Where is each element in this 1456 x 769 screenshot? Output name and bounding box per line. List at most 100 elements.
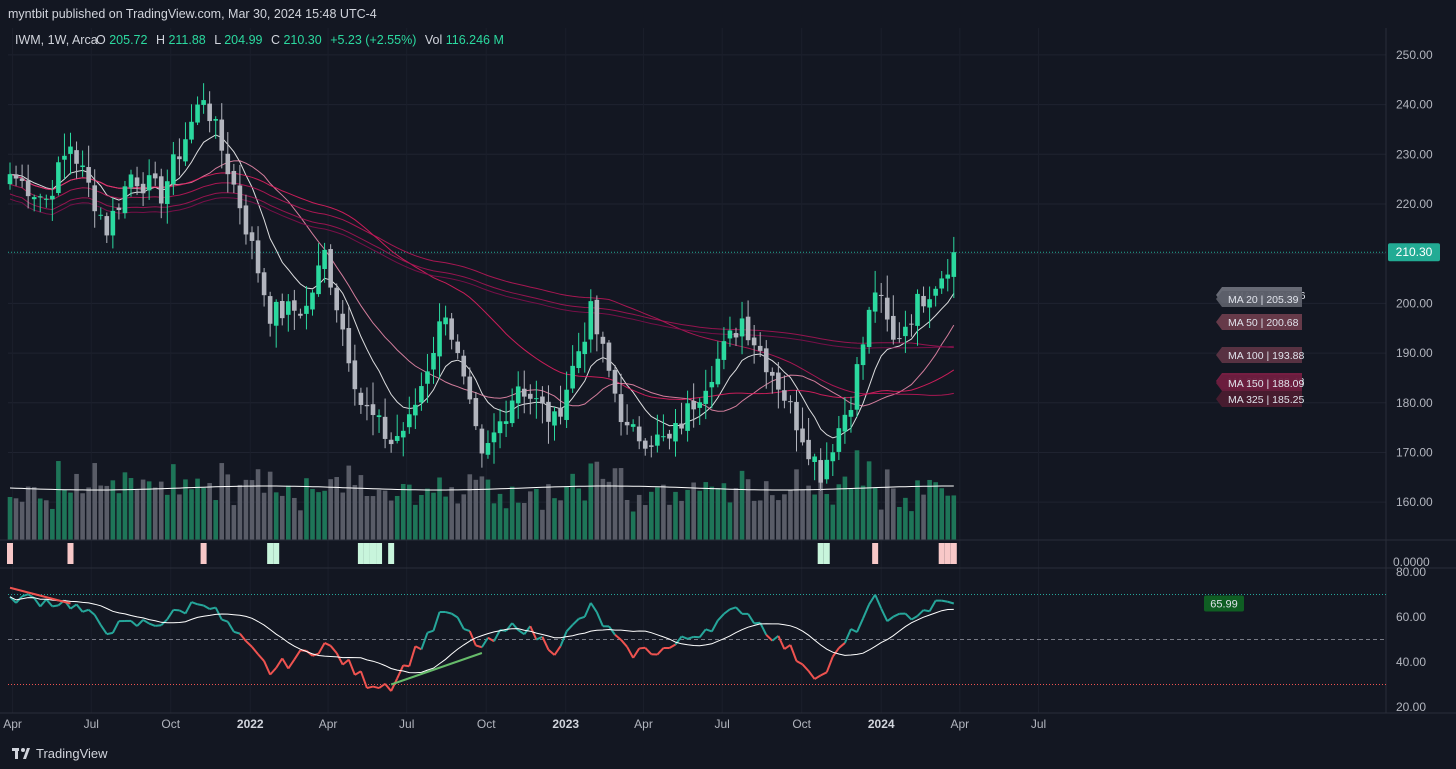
candle-body	[340, 313, 346, 330]
candle-body	[618, 394, 624, 423]
candle-body	[62, 155, 67, 160]
rsi-segment	[191, 601, 198, 606]
volume-bar	[945, 495, 951, 540]
candle-body	[588, 301, 594, 340]
ma-label: MA 325 | 185.25	[1228, 394, 1304, 406]
volume-bar	[273, 492, 279, 540]
rsi-pane[interactable]: 80.00 60.00 40.00 20.00 65.99	[8, 565, 1426, 714]
rsi-segment	[420, 632, 429, 650]
candle-body	[903, 326, 908, 337]
volume-bar	[727, 502, 733, 540]
rsi-segment	[916, 609, 925, 617]
rsi-segment	[432, 611, 441, 632]
candle-body	[691, 401, 696, 410]
rsi-segment	[892, 612, 900, 618]
rsi-segment	[184, 601, 193, 614]
rsi-segment	[553, 645, 562, 656]
candle-body	[915, 293, 920, 326]
volume-bar	[745, 479, 751, 540]
rsi-segment	[910, 615, 919, 621]
candle-body	[794, 401, 799, 431]
candle-body	[413, 404, 418, 416]
volume-bar	[679, 500, 684, 540]
volume-bar	[286, 485, 291, 540]
signal-marker-pink	[944, 543, 951, 564]
rsi-segment	[825, 656, 834, 673]
candle-body	[352, 360, 358, 390]
volume-bar	[328, 479, 333, 540]
candle-body	[497, 421, 503, 434]
volume-bar	[891, 488, 896, 540]
volume-bar	[237, 484, 243, 540]
candle-body	[86, 167, 91, 183]
volume-bar	[68, 492, 73, 540]
volume-bar	[939, 488, 944, 540]
rsi-segment	[928, 600, 937, 612]
rsi-segment	[578, 615, 586, 620]
candle-body	[884, 297, 890, 320]
candle-body	[346, 328, 352, 364]
candlesticks[interactable]	[7, 83, 957, 491]
rsi-segment	[759, 622, 768, 636]
legend-close: 210.30	[283, 33, 321, 47]
volume-bar	[146, 481, 152, 540]
rsi-segment	[698, 628, 707, 638]
volume-bar	[564, 486, 569, 540]
time-axis-tick: Jul	[399, 717, 414, 731]
signal-marker-mint	[357, 543, 364, 564]
volume-bar	[298, 510, 303, 540]
rsi-segment	[203, 604, 211, 610]
volume-bar	[473, 479, 479, 540]
signal-marker-mint	[823, 543, 830, 564]
rsi-segment	[384, 683, 392, 692]
rsi-segment	[947, 600, 955, 605]
chart-svg[interactable]: IWM, 1W, Arca O 205.72 H 211.88 L 204.99…	[0, 28, 1456, 738]
rsi-segment	[705, 628, 713, 633]
candle-body	[134, 177, 140, 187]
volume-bar	[304, 478, 309, 540]
candle-body	[437, 321, 442, 357]
candle-body	[534, 398, 539, 400]
volume-bar	[806, 485, 811, 540]
candle-body	[788, 401, 793, 403]
signal-marker-mint	[267, 543, 274, 564]
volume-bar	[824, 494, 830, 540]
candle-body	[382, 416, 388, 439]
volume-bar	[691, 482, 696, 540]
candle-body	[231, 170, 237, 185]
volume-bar	[649, 491, 654, 540]
rsi-segment	[130, 620, 138, 627]
rsi-segment	[783, 644, 792, 650]
volume-bar	[842, 476, 848, 540]
rsi-segment	[801, 663, 810, 672]
candle-body	[509, 400, 515, 424]
rsi-segment	[681, 635, 688, 640]
candle-body	[183, 139, 188, 162]
rsi-segment	[541, 636, 550, 651]
chart-area[interactable]: IWM, 1W, Arca O 205.72 H 211.88 L 204.99…	[0, 28, 1456, 738]
candle-body	[878, 294, 884, 297]
candle-body	[7, 174, 13, 185]
rsi-segment	[342, 658, 350, 666]
candle-body	[400, 430, 406, 438]
volume-bar	[388, 500, 394, 540]
volume-bar	[279, 495, 285, 540]
volume-bar	[104, 485, 110, 540]
rsi-segment	[656, 647, 665, 656]
candle-body	[515, 386, 521, 404]
rsi-segment	[874, 594, 883, 609]
candle-body	[298, 313, 303, 316]
tradingview-logo[interactable]: TradingView	[12, 746, 108, 761]
last-price-label: 210.30	[1396, 245, 1433, 259]
rsi-segment	[372, 685, 380, 690]
volume-bar	[636, 494, 642, 540]
candle-body	[582, 341, 588, 355]
candle-body	[594, 299, 600, 335]
candle-body	[848, 410, 854, 417]
volume-bar	[812, 494, 817, 540]
rsi-segment	[281, 657, 290, 670]
candle-body	[467, 376, 473, 400]
volume-bar	[19, 501, 25, 540]
volume-bar	[243, 479, 249, 540]
candle-body	[830, 452, 836, 462]
